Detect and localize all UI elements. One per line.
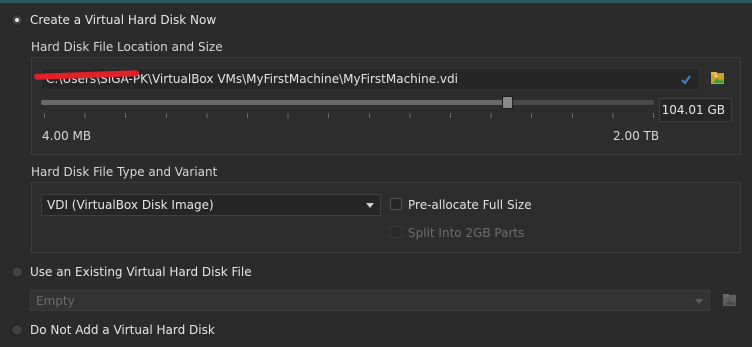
- preallocate-label[interactable]: Pre-allocate Full Size: [408, 198, 532, 212]
- split-label: Split Into 2GB Parts: [408, 226, 525, 240]
- radio-create-now[interactable]: [11, 14, 23, 26]
- size-min-label: 4.00 MB: [42, 129, 92, 143]
- checkmark-icon: [681, 75, 691, 84]
- slider-ticks: [44, 113, 654, 118]
- folder-open-icon[interactable]: [722, 292, 738, 308]
- disk-type-value: VDI (VirtualBox Disk Image): [47, 198, 214, 212]
- radio-no-disk[interactable]: [11, 324, 23, 336]
- chevron-down-icon: [366, 203, 374, 208]
- existing-disk-select[interactable]: Empty: [30, 290, 710, 311]
- type-variant-group: [31, 182, 741, 253]
- size-field[interactable]: 104.01 GB: [659, 98, 732, 122]
- size-max-label: 2.00 TB: [613, 129, 660, 143]
- create-now-label[interactable]: Create a Virtual Hard Disk Now: [30, 13, 216, 27]
- use-existing-label[interactable]: Use an Existing Virtual Hard Disk File: [30, 265, 252, 279]
- size-slider-fill: [41, 100, 507, 105]
- path-field[interactable]: C:\Users\SIGA-PK\VirtualBox VMs\MyFirstM…: [33, 68, 700, 90]
- size-slider-handle[interactable]: [502, 96, 513, 109]
- no-disk-label[interactable]: Do Not Add a Virtual Hard Disk: [30, 323, 215, 337]
- radio-use-existing[interactable]: [11, 266, 23, 278]
- preallocate-checkbox[interactable]: [390, 198, 402, 210]
- location-size-heading: Hard Disk File Location and Size: [31, 40, 223, 54]
- header-accent-bar: [0, 0, 752, 3]
- split-checkbox[interactable]: [390, 226, 402, 238]
- type-variant-heading: Hard Disk File Type and Variant: [31, 165, 218, 179]
- chevron-down-icon: [695, 299, 703, 304]
- disk-type-select[interactable]: VDI (VirtualBox Disk Image): [41, 194, 381, 216]
- existing-disk-value: Empty: [36, 294, 75, 308]
- folder-open-icon[interactable]: [710, 70, 726, 86]
